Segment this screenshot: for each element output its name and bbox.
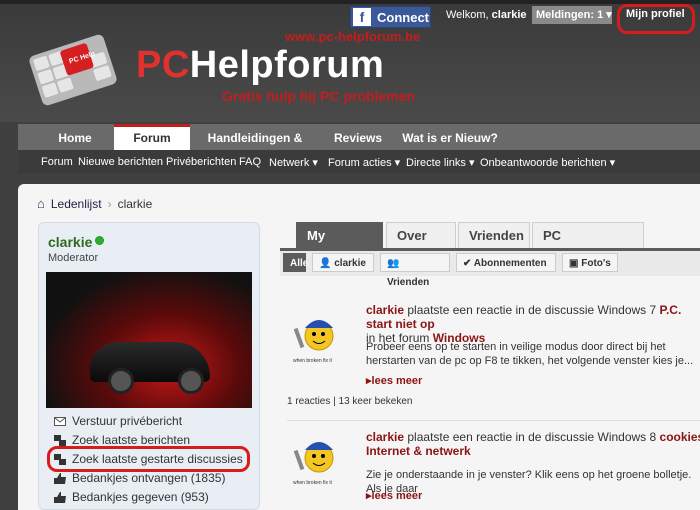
profile-picture[interactable]	[46, 272, 252, 408]
home-icon[interactable]: ⌂	[37, 196, 45, 211]
notifications-dropdown[interactable]: Meldingen: 1 ▾	[532, 6, 612, 24]
tab-pc-specificaties[interactable]: PC Specificaties	[532, 222, 644, 269]
online-status-icon	[95, 236, 104, 245]
profile-role: Moderator	[48, 252, 99, 264]
activity-user-link[interactable]: clarkie	[366, 430, 404, 444]
divider	[287, 420, 700, 421]
subnav-priveberichten[interactable]: Privéberichten	[166, 156, 236, 168]
tab-handleidingen[interactable]: Handleidingen & Tips	[194, 124, 316, 173]
keyboard-logo-icon: PC Help	[29, 34, 117, 106]
tab-over-mij[interactable]: Over mij	[386, 222, 456, 269]
filter-all[interactable]: Alle	[283, 253, 308, 272]
annotation-circle	[617, 4, 695, 34]
breadcrumb: ⌂ Ledenlijst › clarkie	[37, 196, 152, 211]
filter-subscriptions-label: Abonnementen	[473, 258, 547, 269]
subnav-netwerk[interactable]: Netwerk ▾	[269, 156, 318, 169]
car-wheel	[178, 368, 204, 394]
tab-reviews[interactable]: Reviews	[322, 124, 394, 150]
user-avatar[interactable]: when broken fix it	[289, 430, 343, 488]
activity-title: clarkie plaatste een reactie in de discu…	[366, 303, 700, 345]
thumbs-up-icon	[54, 472, 66, 484]
thumbs-up-icon	[54, 491, 66, 503]
activity-action: plaatste een reactie in de discussie Win…	[404, 430, 660, 444]
filter-friends-label: Vrienden	[387, 277, 430, 288]
brand-title: PCHelpforum	[136, 44, 384, 87]
user-avatar[interactable]: when broken fix it	[289, 308, 343, 366]
check-circle-icon: ✔	[463, 258, 474, 269]
thanks-received-link[interactable]: Bedankjes ontvangen (1835)	[54, 471, 225, 485]
thanks-given-link[interactable]: Bedankjes gegeven (953)	[54, 490, 209, 504]
tab-home[interactable]: Home	[40, 124, 110, 150]
subnav-directe-links[interactable]: Directe links ▾	[406, 156, 474, 169]
breadcrumb-separator-icon: ›	[107, 196, 112, 211]
car-wheel	[108, 368, 134, 394]
activity-forum-link[interactable]: Internet & netwerk	[366, 444, 471, 458]
welcome-text: Welkom, clarkie	[446, 9, 527, 21]
activity-topic-link[interactable]: cookies	[660, 430, 700, 444]
filter-friends[interactable]: 👥 Vrienden	[380, 253, 450, 288]
activity-user-link[interactable]: clarkie	[366, 303, 404, 317]
read-more-label: lees meer	[371, 490, 423, 502]
activity-title: clarkie plaatste een reactie in de discu…	[366, 430, 700, 458]
posts-icon	[54, 434, 66, 446]
read-more-label: lees meer	[371, 375, 423, 387]
photo-icon: ▣	[569, 258, 582, 269]
thanks-given-label: Bedankjes gegeven (953)	[72, 490, 209, 504]
read-more-link[interactable]: ▸lees meer	[366, 489, 422, 502]
send-private-message-link[interactable]: Verstuur privébericht	[54, 414, 182, 428]
subnav-forum-acties[interactable]: Forum acties ▾	[328, 156, 400, 169]
filter-user[interactable]: 👤 clarkie	[312, 253, 374, 272]
subnav-forum[interactable]: Forum	[41, 156, 73, 168]
tab-forum[interactable]: Forum	[114, 124, 190, 150]
tagline: Gratis hulp bij PC problemen	[222, 88, 415, 104]
brand-helpforum: Helpforum	[189, 44, 385, 86]
notifications-label: Meldingen: 1	[536, 9, 604, 21]
activity-excerpt: Probeer eens op te starten in veilige mo…	[366, 341, 694, 367]
filter-subscriptions[interactable]: ✔ Abonnementen	[456, 253, 556, 272]
read-more-link[interactable]: ▸lees meer	[366, 374, 422, 387]
site-url[interactable]: www.pc-helpforum.be	[285, 29, 420, 44]
filter-photos-label: Foto's	[581, 258, 611, 269]
breadcrumb-ledenlijst[interactable]: Ledenlijst	[51, 197, 102, 211]
subnav-onbeantwoorde-berichten[interactable]: Onbeantwoorde berichten ▾	[480, 156, 615, 169]
thanks-received-label: Bedankjes ontvangen (1835)	[72, 471, 226, 485]
facebook-connect-button[interactable]: f Connect	[350, 6, 431, 28]
activity-action: plaatste een reactie in de discussie Win…	[404, 303, 660, 317]
friends-icon: 👥	[387, 258, 400, 269]
svg-text:when broken fix it: when broken fix it	[293, 358, 333, 364]
welcome-username[interactable]: clarkie	[492, 9, 527, 21]
subnav-nieuwe-berichten[interactable]: Nieuwe berichten	[78, 156, 163, 168]
envelope-icon	[54, 416, 66, 426]
search-latest-posts-label: Zoek laatste berichten	[72, 433, 191, 447]
tab-my-activity[interactable]: My Activity	[296, 222, 383, 269]
svg-text:when broken fix it: when broken fix it	[293, 480, 333, 486]
tab-wat-is-er-nieuw[interactable]: Wat is er Nieuw?	[398, 124, 502, 150]
welcome-label: Welkom,	[446, 9, 489, 21]
facebook-icon: f	[353, 8, 371, 26]
annotation-circle	[47, 446, 250, 472]
user-icon: 👤	[319, 258, 335, 269]
facebook-connect-label: Connect	[377, 9, 429, 25]
breadcrumb-current: clarkie	[117, 196, 153, 211]
profile-username: clarkie	[48, 234, 93, 250]
tab-vrienden[interactable]: Vrienden	[458, 222, 530, 248]
search-latest-posts-link[interactable]: Zoek laatste berichten	[54, 433, 190, 447]
chevron-down-icon: ▾	[606, 9, 612, 21]
brand-pc: PC	[136, 44, 190, 86]
subnav-faq[interactable]: FAQ	[239, 156, 261, 168]
filter-user-label: clarkie	[334, 258, 366, 269]
top-strip	[0, 0, 700, 4]
send-private-message-label: Verstuur privébericht	[72, 414, 183, 428]
filter-photos[interactable]: ▣ Foto's	[562, 253, 618, 272]
activity-meta: 1 reacties | 13 keer bekeken	[287, 396, 413, 407]
